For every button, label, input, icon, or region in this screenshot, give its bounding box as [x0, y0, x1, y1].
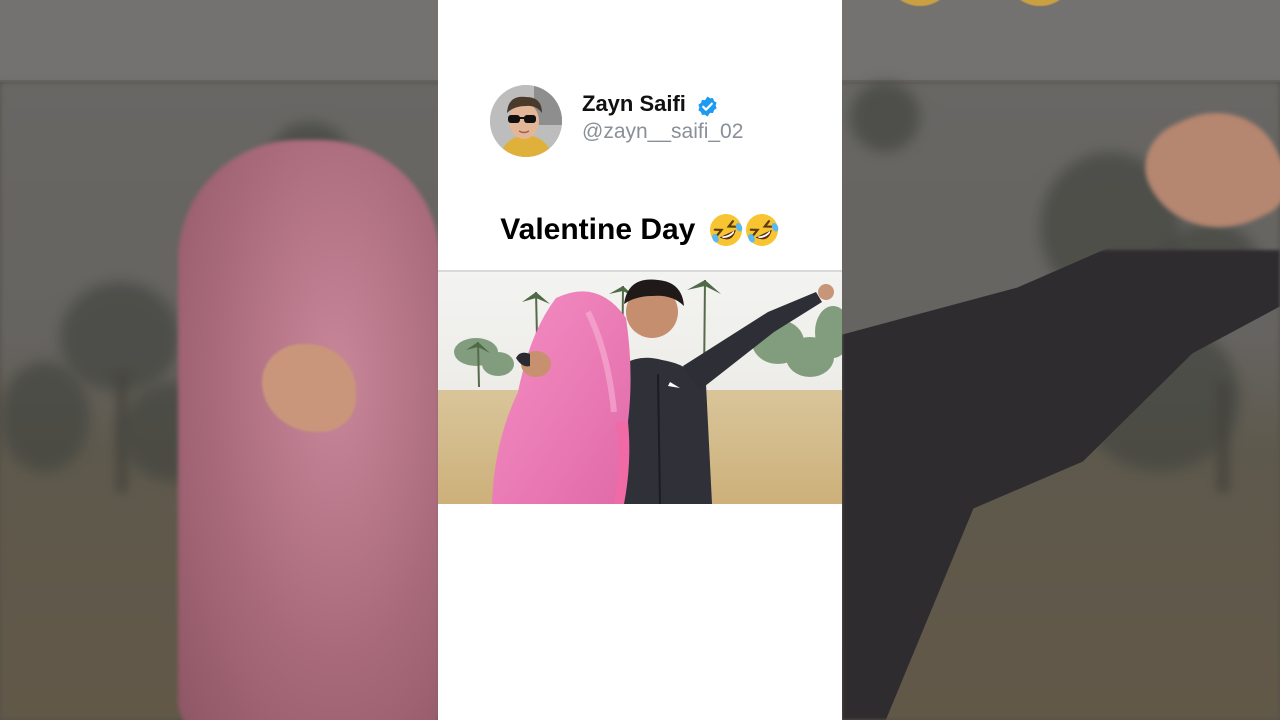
post-image[interactable] — [438, 272, 842, 504]
laughing-emoji-icon — [709, 214, 743, 247]
laughing-emoji-icon — [745, 214, 779, 247]
post-image-scene — [438, 272, 842, 504]
caption-text: Valentine Day — [500, 213, 696, 247]
author-name[interactable]: Zayn Saifi — [582, 91, 686, 117]
post-caption: Valentine Day — [438, 212, 842, 248]
author-avatar[interactable] — [490, 85, 562, 157]
post-card: Zayn Saifi @zayn__saifi_02 Valentine Day — [438, 0, 842, 720]
author-handle[interactable]: @zayn__saifi_02 — [582, 120, 743, 144]
verified-badge-icon — [698, 96, 717, 117]
avatar-image — [490, 85, 562, 157]
caption-emojis — [708, 212, 780, 248]
